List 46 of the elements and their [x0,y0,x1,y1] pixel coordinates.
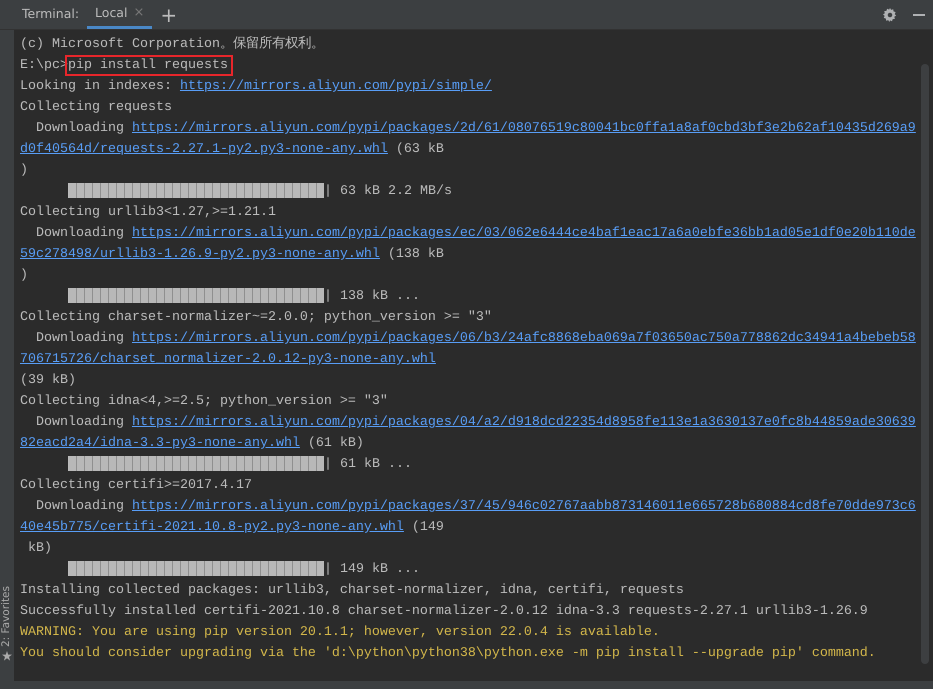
output-text: kB) [26,541,52,556]
add-tab-button[interactable]: + [152,0,186,29]
favorites-tab[interactable]: 2: Favorites [0,586,15,647]
url-link[interactable]: 706715726/charset_normalizer-2.0.12-py3-none-any.whl [20,352,436,367]
output-text: Downloading [34,331,125,346]
url-link[interactable]: 59c278498/urllib3-1.26.9-py2.py3-none-any.whl [20,247,380,262]
url-link[interactable]: https://mirrors.aliyun.com/pypi/packages/37/45/946c02767aabb873146011e665728b680884cd8fe70dde973c6 [132,499,916,514]
output-text: (138 kB [386,247,444,262]
url-link[interactable]: https://mirrors.aliyun.com/pypi/packages/ec/03/062e6444ce4baf1eac17a6a0ebfe36bb1ad05e1df0e20b110de [132,226,916,241]
output-text: (61 kB) [306,436,364,451]
output-text: Collecting certifi>=2017.4.17 [20,478,252,493]
output-text: (c) Microsoft Corporation。保留所有权利。 [20,37,324,52]
output-text: Downloading [34,226,125,241]
progress-reading: | 63 kB 2.2 MB/s [324,184,452,199]
url-link[interactable]: 82eacd2a4/idna-3.3-py3-none-any.whl [20,436,300,451]
output-text: ) [20,268,28,283]
progress-reading: | 61 kB ... [324,457,412,472]
url-link[interactable]: https://mirrors.aliyun.com/pypi/packages/04/a2/d918dcd22354d8958fe113e1a3630137e0fc8b44859ade30639 [132,415,916,430]
minimize-icon[interactable] [913,14,925,16]
output-text: You should consider upgrading via the 'd:\python\python38\python.exe -m pip install --upgrade pip' command. [20,646,876,661]
url-link[interactable]: d0f40564d/requests-2.27.1-py2.py3-none-any.whl [20,142,388,157]
progress-reading: | 149 kB ... [324,562,420,577]
output-text: WARNING: You are using pip version 20.1.1; however, version 22.0.4 is available. [20,625,660,640]
output-text: Installing collected packages: urllib3, charset-normalizer, idna, certifi, requests [20,583,684,598]
url-link[interactable]: https://mirrors.aliyun.com/pypi/packages/2d/61/08076519c80041bc0ffa1a8af0cbd3bf3e2b62af10435d269a9 [132,121,916,136]
output-text: Downloading [34,499,125,514]
output-text: Downloading [34,415,125,430]
output-text: Collecting urllib3<1.27,>=1.21.1 [20,205,276,220]
highlighted-command: pip install requests [65,55,233,76]
star-icon [2,651,12,661]
url-link[interactable]: https://mirrors.aliyun.com/pypi/simple/ [180,79,492,94]
output-text: (63 kB [394,142,444,157]
url-link[interactable]: 40e45b775/certifi-2021.10.8-py2.py3-none-any.whl [20,520,404,535]
progress-reading: | 138 kB ... [324,289,420,304]
output-text: Downloading [34,121,125,136]
output-text: Looking in indexes: [20,79,173,94]
output-text: (149 [410,520,444,535]
output-text: ) [20,163,28,178]
url-link[interactable]: https://mirrors.aliyun.com/pypi/packages/06/b3/24afc8868eba069a7f03650ac750a778862dc34941a4bebeb58 [132,331,916,346]
output-text: (39 kB) [20,373,76,388]
output-text: Collecting charset-normalizer~=2.0.0; python_version >= "3" [20,310,492,325]
output-text: Collecting idna<4,>=2.5; python_version >= "3" [20,394,388,409]
toolbar-title: Terminal: [21,5,80,24]
output-text: Collecting requests [20,100,172,115]
output-text: Successfully installed certifi-2021.10.8 charset-normalizer-2.0.12 idna-3.3 requests-2.27.1 urllib3-1.26.9 [20,604,868,619]
settings-icon[interactable] [883,8,897,22]
